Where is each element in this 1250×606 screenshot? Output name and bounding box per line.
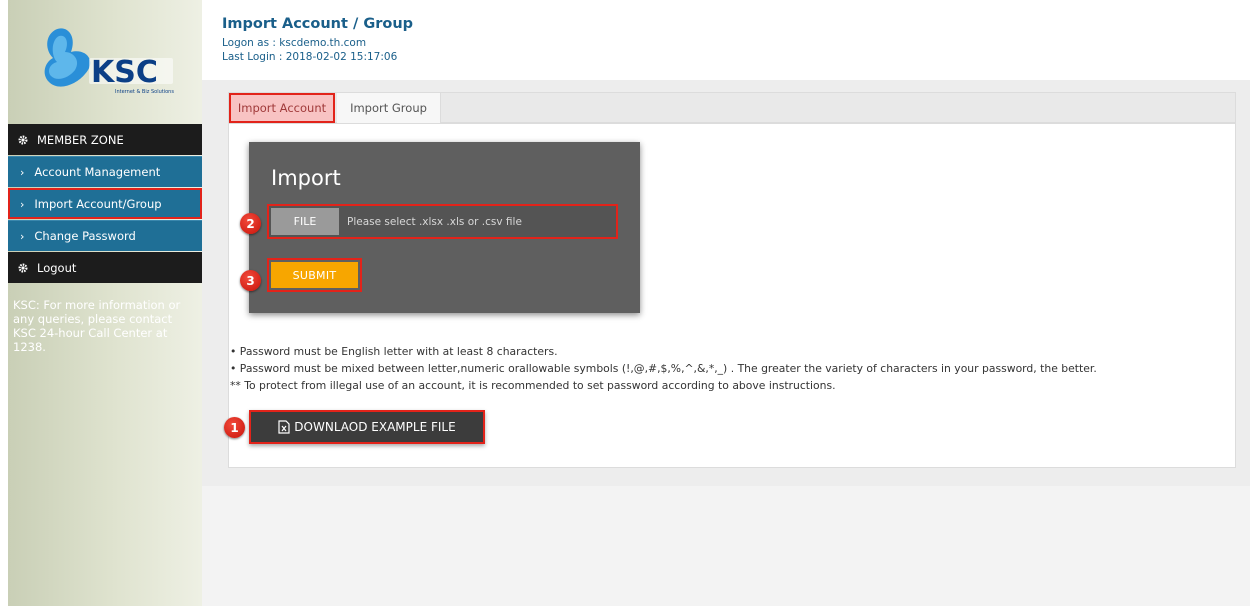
sidebar-item-import-account-group[interactable]: › Import Account/Group (8, 188, 202, 219)
download-example-button[interactable]: DOWNLAOD EXAMPLE FILE (251, 412, 483, 442)
member-zone-label: MEMBER ZONE (37, 132, 124, 147)
tab-import-account[interactable]: Import Account (229, 93, 335, 123)
submit-button[interactable]: SUBMIT (271, 262, 358, 288)
step-badge-1: 1 (224, 417, 245, 438)
sidebar-item-label: Import Account/Group (34, 197, 162, 211)
last-login-info: Last Login : 2018-02-02 15:17:06 (222, 51, 398, 63)
excel-file-icon (278, 420, 290, 434)
contact-note: KSC: For more information or any queries… (13, 298, 181, 354)
chevron-right-icon: › (20, 197, 25, 211)
logout-label: Logout (37, 260, 77, 275)
import-title: Import (271, 166, 341, 190)
logout-item[interactable]: Logout (8, 252, 202, 283)
sidebar: KSC Internet & Biz Solutions MEMBER ZONE… (8, 0, 202, 606)
step-badge-2: 2 (240, 213, 261, 234)
password-rule-2: • Password must be mixed between letter,… (230, 362, 1097, 375)
submit-highlight: SUBMIT (267, 258, 362, 292)
footer-area (202, 486, 1250, 606)
chevron-right-icon: › (20, 229, 25, 243)
sidebar-item-label: Account Management (34, 165, 161, 179)
chevron-right-icon: › (20, 165, 25, 179)
sidebar-item-account-management[interactable]: › Account Management (8, 156, 202, 187)
page-title: Import Account / Group (222, 16, 414, 32)
svg-text:KSC: KSC (91, 55, 158, 90)
password-rule-1: • Password must be English letter with a… (230, 345, 558, 358)
gear-icon (18, 262, 28, 273)
download-label: DOWNLAOD EXAMPLE FILE (294, 420, 456, 434)
file-input-row[interactable]: FILE Please select .xlsx .xls or .csv fi… (267, 204, 618, 239)
password-rule-3: ** To protect from illegal use of an acc… (230, 379, 836, 392)
download-highlight: DOWNLAOD EXAMPLE FILE (249, 410, 485, 444)
logon-info: Logon as : kscdemo.th.com (222, 37, 367, 49)
sidebar-item-change-password[interactable]: › Change Password (8, 220, 202, 251)
svg-text:Internet & Biz Solutions: Internet & Biz Solutions (115, 89, 174, 95)
file-button[interactable]: FILE (271, 208, 339, 235)
member-zone-header: MEMBER ZONE (8, 124, 202, 155)
gear-icon (18, 134, 28, 145)
ksc-logo: KSC Internet & Biz Solutions (44, 28, 174, 95)
import-box: Import FILE Please select .xlsx .xls or … (249, 142, 640, 313)
file-input[interactable]: Please select .xlsx .xls or .csv file (347, 208, 522, 235)
step-badge-3: 3 (240, 270, 261, 291)
sidebar-item-label: Change Password (34, 229, 136, 243)
tab-import-group[interactable]: Import Group (337, 93, 441, 123)
tab-strip: Import Account Import Group (228, 92, 1236, 123)
